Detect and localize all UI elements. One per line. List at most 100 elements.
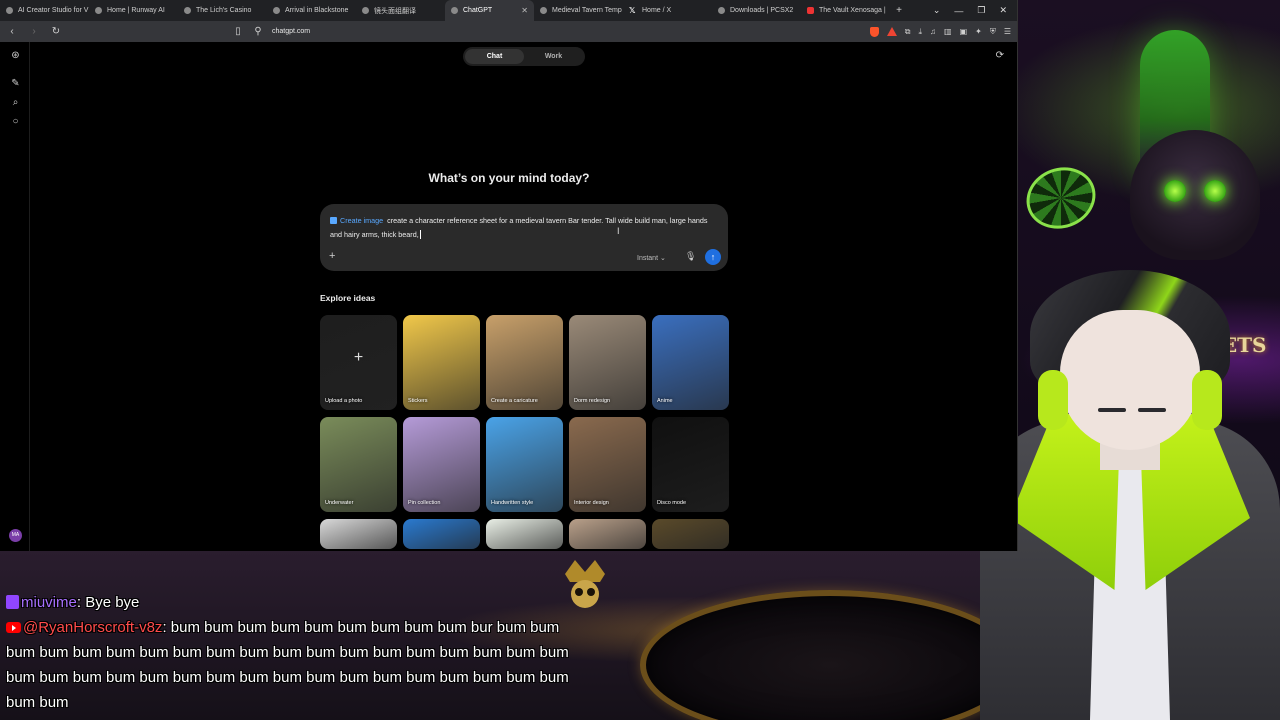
upload-plus-icon: +: [353, 349, 364, 366]
idea-card[interactable]: + Upload a photo: [320, 315, 397, 410]
model-selector[interactable]: Instant ⌄: [637, 254, 666, 262]
chat-username: @RyanHorscroft-v8z: [23, 619, 163, 636]
bookmark-icon[interactable]: ▯: [232, 26, 244, 37]
temporary-chat-icon[interactable]: ⟳: [996, 50, 1004, 61]
browser-tab[interactable]: The Vault Xenosaga |: [801, 0, 890, 21]
chat-separator: :: [76, 594, 86, 611]
tab-label: Home | Runway AI: [107, 7, 165, 14]
vtuber-avatar: [980, 270, 1280, 720]
search-icon[interactable]: ⌕: [10, 97, 21, 108]
idea-card[interactable]: Create a caricature: [486, 315, 563, 410]
idea-label: Pin collection: [408, 500, 441, 506]
youtube-icon: [807, 7, 814, 14]
reload-icon[interactable]: ↻: [50, 26, 62, 37]
idea-label: Interior design: [574, 500, 609, 506]
sidebar-rail: ⊛ ✎ ⌕ ○ MA: [0, 42, 30, 551]
image-icon: [330, 217, 337, 224]
browser-tab[interactable]: Home | Runway AI: [89, 0, 178, 21]
idea-card[interactable]: Handwritten style: [486, 417, 563, 512]
idea-label: Anime: [657, 398, 673, 404]
window-controls: ⌄ — ❐ ✕: [933, 0, 1013, 21]
brave-shields-icon[interactable]: [869, 26, 879, 37]
idea-card[interactable]: [320, 519, 397, 549]
browser-tab[interactable]: ChatGPT ✕: [445, 0, 534, 21]
browser-window: AI Creator Studio for V Home | Runway AI T…: [0, 0, 1018, 551]
favicon-icon: [451, 7, 458, 14]
close-window-icon[interactable]: ✕: [999, 5, 1007, 16]
wallet-icon[interactable]: ▣: [960, 27, 968, 36]
downloads-icon[interactable]: ⤓: [918, 27, 922, 37]
tab-label: Medieval Tavern Temp: [552, 7, 622, 14]
sidebar-toggle-icon[interactable]: ▥: [944, 27, 952, 36]
tab-label: Home / X: [642, 7, 672, 14]
browser-tab[interactable]: Arrival in Blackstone: [267, 0, 356, 21]
chevron-down-icon: ⌄: [659, 255, 666, 262]
chat-username: miuvime: [21, 594, 77, 611]
menu-icon[interactable]: ☰: [1004, 27, 1011, 36]
favicon-icon: [184, 7, 191, 14]
idea-card[interactable]: [403, 519, 480, 549]
prompt-input[interactable]: Create image create a character referenc…: [330, 214, 718, 242]
tab-label: The Lich's Casino: [196, 7, 252, 14]
back-icon[interactable]: ‹: [6, 26, 18, 37]
browser-tab[interactable]: Downloads | PCSX2: [712, 0, 801, 21]
tab-label: ChatGPT: [463, 7, 493, 14]
idea-label: Disco mode: [657, 500, 687, 506]
idea-card[interactable]: Interior design: [569, 417, 646, 512]
site-info-icon[interactable]: ⚲: [252, 26, 264, 37]
microphone-icon[interactable]: 🎙: [685, 251, 696, 262]
idea-card[interactable]: Disco mode: [652, 417, 729, 512]
favicon-icon: [540, 7, 547, 14]
stream-chat: miuvime: Bye bye @RyanHorscroft-v8z: bum …: [6, 590, 576, 715]
minimize-icon[interactable]: —: [954, 6, 963, 16]
idea-label: Stickers: [408, 398, 428, 404]
extensions-icon[interactable]: ⧉: [905, 27, 911, 37]
send-button[interactable]: ↑: [705, 249, 721, 265]
mode-switch: Chat Work: [463, 47, 585, 66]
idea-card[interactable]: [486, 519, 563, 549]
favicon-icon: [718, 7, 725, 14]
favicon-icon: [6, 7, 13, 14]
favicon-icon: [273, 7, 280, 14]
tab-search-icon[interactable]: ⌄: [933, 5, 941, 16]
idea-label: Upload a photo: [325, 398, 363, 404]
text-caret: [419, 230, 421, 239]
idea-card[interactable]: [652, 519, 729, 549]
add-attachment-button[interactable]: +: [329, 250, 335, 262]
browser-tab[interactable]: The Lich's Casino: [178, 0, 267, 21]
new-tab-button[interactable]: +: [890, 5, 908, 16]
leo-icon[interactable]: ✦: [975, 27, 982, 36]
close-tab-icon[interactable]: ✕: [521, 6, 528, 15]
tab-label: Downloads | PCSX2: [730, 7, 794, 14]
prompt-text: create a character reference sheet for a…: [330, 216, 708, 239]
create-image-chip[interactable]: Create image: [330, 216, 383, 225]
browser-tab[interactable]: AI Creator Studio for V: [0, 0, 89, 21]
idea-card[interactable]: Stickers: [403, 315, 480, 410]
brave-rewards-icon[interactable]: [886, 27, 897, 36]
browser-tab[interactable]: Medieval Tavern Temp: [534, 0, 623, 21]
idea-card[interactable]: Underwater: [320, 417, 397, 512]
browser-tab[interactable]: 𝕏 Home / X: [623, 0, 712, 21]
idea-card[interactable]: Anime: [652, 315, 729, 410]
openai-logo-icon[interactable]: ⊛: [10, 50, 21, 61]
idea-label: Handwritten style: [491, 500, 534, 506]
forward-icon[interactable]: ›: [28, 26, 40, 37]
prompt-composer[interactable]: Create image create a character referenc…: [320, 204, 728, 271]
restore-icon[interactable]: ❐: [977, 5, 985, 16]
mode-work-button[interactable]: Work: [524, 49, 583, 64]
page-title: What’s on your mind today?: [428, 171, 590, 185]
url-field[interactable]: chatgpt.com: [272, 28, 310, 35]
library-icon[interactable]: ○: [10, 116, 21, 127]
idea-label: Underwater: [325, 500, 354, 506]
mode-chat-button[interactable]: Chat: [465, 49, 524, 64]
favicon-icon: [362, 7, 369, 14]
idea-card[interactable]: Pin collection: [403, 417, 480, 512]
idea-card[interactable]: Dorm redesign: [569, 315, 646, 410]
media-icon[interactable]: ♫: [930, 27, 936, 36]
user-avatar[interactable]: MA: [9, 529, 22, 542]
browser-tab[interactable]: 镜头面组翻译: [356, 0, 445, 21]
vpn-icon[interactable]: ⛨: [990, 27, 996, 37]
new-chat-icon[interactable]: ✎: [10, 78, 21, 89]
tab-label: Arrival in Blackstone: [285, 7, 349, 14]
idea-card[interactable]: [569, 519, 646, 549]
